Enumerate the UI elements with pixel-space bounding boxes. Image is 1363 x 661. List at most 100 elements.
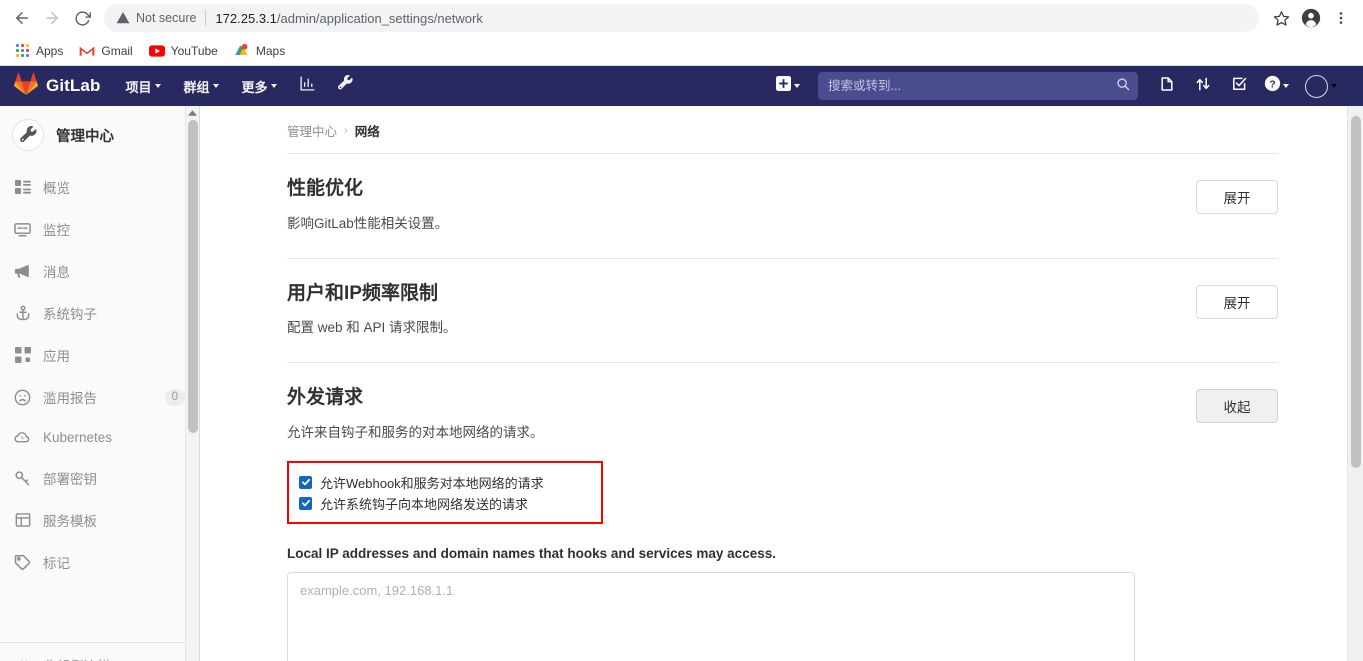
nav-merge-requests[interactable] [1186, 66, 1220, 106]
navbar-menu: 项目 群组 更多 [114, 66, 364, 106]
merge-requests-icon [1195, 76, 1211, 97]
anchor-icon [14, 305, 31, 322]
allow-system-hooks-checkbox[interactable] [299, 496, 312, 510]
sidebar-scrollbar-thumb[interactable] [188, 120, 198, 433]
gitlab-navbar: GitLab 项目 群组 更多 搜索或转到... ? [0, 66, 1363, 106]
nav-more[interactable]: 更多 [230, 66, 288, 106]
sidebar-item-label: 应用 [43, 349, 70, 364]
chevron-down-icon [794, 84, 800, 88]
apps-icon [14, 347, 31, 364]
sidebar-item-label: Kubernetes [43, 430, 113, 445]
section-action: 展开 [1196, 176, 1278, 214]
checkbox-row-system-hooks[interactable]: 允许系统钩子向本地网络发送的请求 [299, 493, 591, 514]
sidebar-scroll-region: 管理中心 概览 监控 消息 系统钩子 应用 滥用报告 0 Kubernetes … [0, 106, 199, 661]
breadcrumb-separator-icon: › [344, 124, 348, 137]
nav-analytics[interactable] [288, 66, 326, 106]
sidebar-context-title: 管理中心 [56, 128, 114, 145]
chevron-down-icon [1331, 84, 1337, 88]
browser-menu-icon[interactable] [1327, 4, 1355, 32]
not-secure-icon [116, 11, 130, 25]
sidebar-nav-list: 概览 监控 消息 系统钩子 应用 滥用报告 0 Kubernetes 部署密钥 … [0, 164, 199, 583]
sidebar-item-kubernetes[interactable]: Kubernetes [0, 418, 199, 457]
nav-label: 更多 [241, 79, 268, 95]
bookmark-gmail[interactable]: Gmail [75, 40, 140, 62]
address-bar[interactable]: Not secure 172.25.3.1/admin/application_… [104, 4, 1259, 32]
section-description: 影响GitLab性能相关设置。 [287, 215, 449, 231]
sidebar-item-monitoring[interactable]: 监控 [0, 208, 199, 250]
nav-help[interactable]: ? [1258, 66, 1295, 106]
bookmark-label: Gmail [101, 43, 133, 58]
forward-button[interactable] [38, 4, 66, 32]
sidebar-scrollbar[interactable] [185, 106, 199, 661]
allowlist-textarea[interactable] [287, 571, 1135, 661]
abuse-reports-badge: 0 [164, 388, 185, 406]
outbound-checkbox-highlight: 允许Webhook和服务对本地网络的请求 允许系统钩子向本地网络发送的请求 [287, 460, 603, 524]
sidebar-context-header[interactable]: 管理中心 [0, 106, 199, 164]
breadcrumb: 管理中心 › 网络 [287, 106, 1278, 153]
chevron-down-icon [155, 84, 162, 88]
issues-icon [1159, 76, 1175, 97]
youtube-icon [148, 43, 165, 59]
collapse-sidebar-label: 收起侧边栏 [43, 655, 186, 661]
section-text: 外发请求 允许来自钩子和服务的对本地网络的请求。 允许Webhook和服务对本地… [287, 385, 1196, 661]
sidebar-item-label: 系统钩子 [43, 307, 97, 322]
section-rate-limits: 用户和IP频率限制 配置 web 和 API 请求限制。 展开 [287, 259, 1278, 364]
section-outbound-requests: 外发请求 允许来自钩子和服务的对本地网络的请求。 允许Webhook和服务对本地… [287, 363, 1278, 661]
section-description: 允许来自钩子和服务的对本地网络的请求。 [287, 424, 544, 440]
kubernetes-icon [14, 429, 31, 446]
overview-icon [14, 179, 31, 196]
megaphone-icon [14, 263, 31, 280]
sidebar-item-overview[interactable]: 概览 [0, 166, 199, 208]
sidebar-item-system-hooks[interactable]: 系统钩子 [0, 292, 199, 334]
profile-avatar-icon[interactable] [1297, 4, 1325, 32]
bookmark-youtube[interactable]: YouTube [145, 40, 226, 62]
expand-rate-limits-button[interactable]: 展开 [1196, 284, 1278, 319]
sidebar-item-abuse-reports[interactable]: 滥用报告 0 [0, 376, 199, 418]
chevron-down-icon [213, 84, 220, 88]
nav-issues[interactable] [1150, 66, 1184, 106]
monitor-icon [14, 221, 31, 238]
label-icon [14, 554, 31, 571]
nav-admin-area[interactable] [326, 66, 364, 106]
allow-webhooks-checkbox[interactable] [299, 475, 312, 489]
checkbox-row-webhooks[interactable]: 允许Webhook和服务对本地网络的请求 [299, 472, 591, 493]
section-title: 性能优化 [287, 178, 364, 199]
search-input[interactable] [828, 79, 1116, 93]
gitlab-home-link[interactable]: GitLab [0, 66, 114, 106]
collapse-sidebar-button[interactable]: 收起侧边栏 [0, 643, 199, 661]
section-action: 展开 [1196, 281, 1278, 319]
sidebar-item-deploy-keys[interactable]: 部署密钥 [0, 457, 199, 499]
chevron-down-icon [1283, 84, 1289, 88]
bookmark-star-icon[interactable] [1267, 4, 1295, 32]
main-scrollbar-thumb[interactable] [1351, 116, 1361, 468]
breadcrumb-parent[interactable]: 管理中心 [287, 121, 337, 140]
nav-todos[interactable] [1222, 66, 1256, 106]
sidebar-item-applications[interactable]: 应用 [0, 334, 199, 376]
back-button[interactable] [8, 4, 36, 32]
section-text: 性能优化 影响GitLab性能相关设置。 [287, 176, 1196, 232]
url-host: 172.25.3.1 [215, 10, 277, 26]
navbar-right: ? [766, 66, 1363, 106]
reload-button[interactable] [68, 4, 96, 32]
create-new-dropdown[interactable] [766, 66, 810, 106]
allow-webhooks-label: 允许Webhook和服务对本地网络的请求 [320, 475, 544, 491]
bookmark-maps[interactable]: Maps [230, 40, 293, 62]
sidebar-item-label: 概览 [43, 181, 70, 196]
main-scrollbar[interactable] [1347, 106, 1363, 661]
sidebar-item-label: 消息 [43, 265, 70, 280]
nav-groups[interactable]: 群组 [172, 66, 230, 106]
sidebar-item-messages[interactable]: 消息 [0, 250, 199, 292]
sidebar-item-label: 部署密钥 [43, 472, 97, 487]
user-menu[interactable] [1297, 66, 1337, 106]
expand-performance-button[interactable]: 展开 [1196, 180, 1278, 214]
search-icon[interactable] [1116, 77, 1130, 96]
svg-text:?: ? [1269, 79, 1275, 90]
nav-projects[interactable]: 项目 [114, 66, 172, 106]
bookmark-apps[interactable]: Apps [10, 40, 71, 62]
collapse-outbound-button[interactable]: 收起 [1196, 389, 1278, 424]
global-search[interactable] [818, 72, 1138, 100]
sidebar-item-labels[interactable]: 标记 [0, 541, 199, 583]
toolbar-right-actions [1267, 4, 1355, 32]
scroll-up-arrow-icon[interactable] [186, 106, 199, 120]
sidebar-item-service-templates[interactable]: 服务模板 [0, 499, 199, 541]
